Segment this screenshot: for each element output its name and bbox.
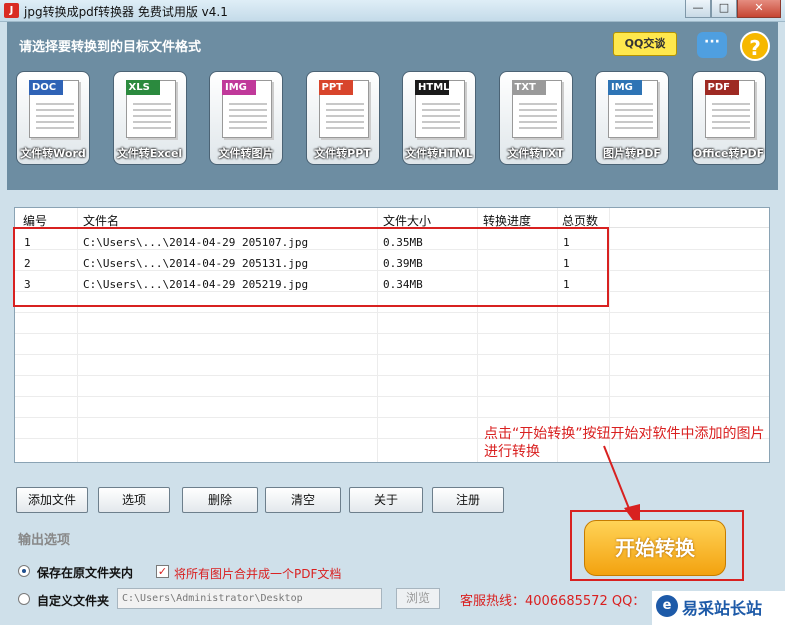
tool-tag: PDF — [704, 80, 739, 95]
tool-label: Office转PDF — [692, 147, 765, 160]
img-icon: IMG — [222, 80, 272, 138]
start-convert-button[interactable]: 开始转换 — [584, 520, 726, 576]
clear-button[interactable]: 清空 — [265, 487, 341, 513]
browse-button[interactable]: 浏览 — [396, 588, 440, 609]
tool-label: 图片转PDF — [603, 147, 661, 160]
tool-label: 文件转PPT — [314, 147, 371, 160]
tool-label: 文件转HTML — [405, 147, 473, 160]
tool-label: 文件转Excel — [116, 147, 183, 160]
tool-tag: XLS — [125, 80, 160, 95]
qq-chat-button[interactable]: QQ交谈 — [613, 32, 677, 56]
tool-tag: HTML — [415, 80, 450, 95]
app-icon: J — [4, 3, 19, 18]
tool-office-to-pdf[interactable]: PDF Office转PDF — [691, 71, 766, 165]
tool-tag: DOC — [29, 80, 63, 95]
minimize-button[interactable]: — — [685, 0, 711, 18]
tool-tag: IMG — [222, 80, 256, 95]
tool-image-to-pdf[interactable]: IMG 图片转PDF — [595, 71, 669, 165]
tool-tag: PPT — [318, 80, 353, 95]
image-pdf-icon: IMG — [608, 80, 658, 138]
tool-ppt[interactable]: PPT 文件转PPT — [305, 71, 380, 165]
help-icon[interactable]: ? — [740, 31, 770, 61]
save-original-radio[interactable] — [18, 565, 30, 577]
tool-label: 文件转图片 — [218, 147, 274, 160]
custom-folder-label[interactable]: 自定义文件夹 — [37, 592, 109, 609]
output-path-input[interactable]: C:\Users\Administrator\Desktop — [117, 588, 382, 609]
tool-label: 文件转Word — [20, 147, 86, 160]
doc-icon: DOC — [29, 80, 79, 138]
custom-folder-radio[interactable] — [18, 593, 30, 605]
close-button[interactable]: ✕ — [737, 0, 781, 18]
rows-highlight-box — [13, 227, 609, 307]
title-bar: J jpg转换成pdf转换器 免费试用版 v4.1 — □ ✕ — [0, 0, 785, 22]
xls-icon: XLS — [125, 80, 176, 138]
chat-icon[interactable]: ··· — [697, 32, 727, 58]
about-button[interactable]: 关于 — [349, 487, 423, 513]
tool-word[interactable]: DOC 文件转Word — [16, 71, 90, 165]
tool-tag: TXT — [511, 80, 546, 95]
format-panel: 请选择要转换到的目标文件格式 QQ交谈 ··· ? DOC 文件转Word XL… — [7, 22, 778, 190]
window-title: jpg转换成pdf转换器 免费试用版 v4.1 — [24, 5, 228, 19]
register-button[interactable]: 注册 — [432, 487, 504, 513]
merge-pdf-label[interactable]: 将所有图片合并成一个PDF文档 — [174, 565, 341, 582]
options-button[interactable]: 选项 — [98, 487, 170, 513]
support-hotline: 客服热线：4006685572 QQ： — [460, 594, 646, 609]
tool-html[interactable]: HTML 文件转HTML — [402, 71, 476, 165]
add-file-button[interactable]: 添加文件 — [16, 487, 88, 513]
maximize-button[interactable]: □ — [711, 0, 737, 18]
tool-image[interactable]: IMG 文件转图片 — [209, 71, 283, 165]
watermark: e 易采站长站 — [652, 591, 785, 625]
html-icon: HTML — [415, 80, 465, 138]
tool-excel[interactable]: XLS 文件转Excel — [112, 71, 187, 165]
window-controls: — □ ✕ — [685, 0, 781, 18]
delete-button[interactable]: 删除 — [182, 487, 258, 513]
tool-tag: IMG — [608, 80, 642, 95]
output-options-title: 输出选项 — [18, 533, 71, 548]
merge-pdf-checkbox[interactable]: ✓ — [156, 565, 169, 578]
panel-title: 请选择要转换到的目标文件格式 — [19, 40, 202, 55]
format-tools: DOC 文件转Word XLS 文件转Excel IMG 文件转图片 PPT 文… — [16, 71, 766, 165]
save-original-label[interactable]: 保存在原文件夹内 — [37, 564, 133, 581]
txt-icon: TXT — [511, 80, 562, 138]
pdf-icon: PDF — [704, 80, 755, 138]
table-header: 编号 文件名 文件大小 转换进度 总页数 — [15, 208, 769, 228]
tool-txt[interactable]: TXT 文件转TXT — [498, 71, 573, 165]
tool-label: 文件转TXT — [507, 147, 564, 160]
watermark-logo-icon: e — [656, 595, 678, 617]
watermark-text: 易采站长站 — [682, 599, 763, 618]
ppt-icon: PPT — [318, 80, 369, 138]
